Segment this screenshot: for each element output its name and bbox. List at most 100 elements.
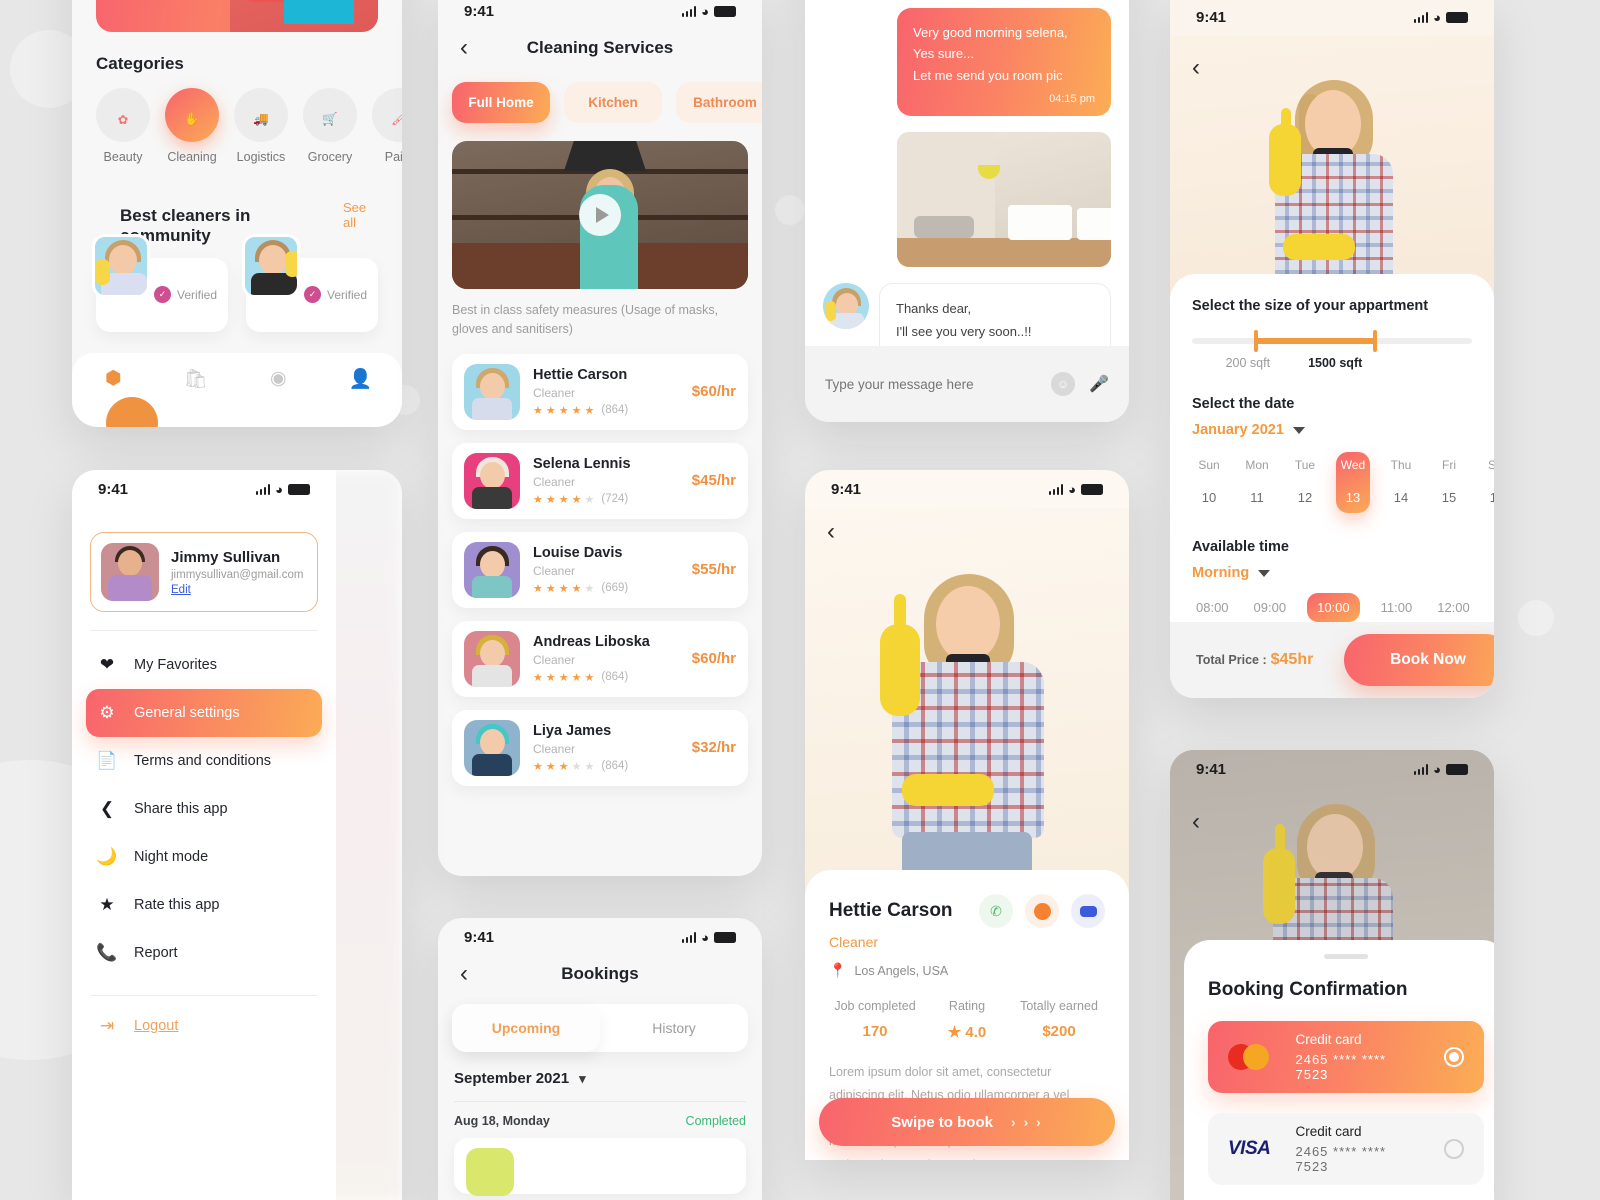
booking-date: Aug 18, Monday (454, 1114, 550, 1128)
month-dropdown[interactable]: January 2021 (1192, 422, 1472, 438)
day-cell[interactable]: Thu 14 (1384, 452, 1418, 513)
provider-role: Cleaner (533, 741, 576, 756)
menu-item-general-settings[interactable]: ⚙ General settings (86, 689, 322, 737)
category-logistics[interactable]: 🚚 Logistics (234, 88, 288, 164)
video-icon[interactable] (1071, 894, 1105, 928)
month-selector[interactable]: September 2021 ▾ (454, 1070, 746, 1087)
provider-name: Hettie Carson (829, 900, 953, 921)
provider-row[interactable]: Selena Lennis Cleaner ★ ★ ★ ★ ★ (724) $45/hr (452, 442, 748, 519)
day-cell[interactable]: Sun 10 (1192, 452, 1226, 513)
menu-item-report[interactable]: 📞 Report (86, 929, 322, 977)
message-icon[interactable] (1025, 894, 1059, 928)
day-cell[interactable]: Tue 12 (1288, 452, 1322, 513)
menu-item-night-mode[interactable]: 🌙 Night mode (86, 833, 322, 881)
tab-upcoming[interactable]: Upcoming (452, 1004, 600, 1052)
status-time: 9:41 (1196, 8, 1227, 26)
booking-card[interactable] (454, 1138, 746, 1196)
tab-bookings[interactable]: ◉ (237, 367, 320, 390)
menu-item-rate-this-app[interactable]: ★ Rate this app (86, 881, 322, 929)
play-icon[interactable] (579, 194, 621, 236)
mastercard-icon (1228, 1044, 1273, 1070)
hand-wash-icon: ✋ (165, 88, 219, 142)
message-line: Thanks dear, (896, 301, 972, 317)
back-button[interactable]: ‹ (1192, 808, 1200, 836)
menu-item-terms-and-conditions[interactable]: 📄 Terms and conditions (86, 737, 322, 785)
promo-video[interactable] (452, 141, 748, 289)
day-cell[interactable]: Mon 11 (1240, 452, 1274, 513)
swipe-to-book-button[interactable]: Swipe to book › › › (819, 1098, 1115, 1146)
tab-bag[interactable]: 🛍 (155, 367, 238, 391)
payment-option-visa[interactable]: VISA Credit card 2465 **** **** 7523 (1208, 1113, 1484, 1185)
chip-bathroom[interactable]: Bathroom (676, 82, 762, 123)
day-cell[interactable]: Sat 16 (1480, 452, 1494, 513)
message-input[interactable] (825, 376, 1038, 392)
promo-banner[interactable]: Grab now (96, 0, 378, 32)
time-slot-selected[interactable]: 10:00 (1307, 593, 1360, 622)
time-slot-list[interactable]: 08:00 09:00 10:00 11:00 12:00 (1192, 593, 1472, 622)
review-count: (864) (601, 671, 629, 684)
back-button[interactable]: ‹ (827, 518, 835, 546)
category-cleaning[interactable]: ✋ Cleaning (165, 88, 219, 164)
signal-icon (1413, 763, 1429, 775)
signal-icon (681, 5, 697, 17)
see-all-link[interactable]: See all (343, 200, 378, 230)
check-icon: ✓ (154, 286, 171, 303)
shared-room-photo[interactable] (897, 132, 1111, 268)
cleaner-card[interactable]: ✓ Verified (92, 234, 228, 332)
category-paint[interactable]: 🖌 Paint (372, 88, 402, 164)
provider-row[interactable]: Hettie Carson Cleaner ★ ★ ★ ★ ★ (864) $60/hr (452, 353, 748, 430)
back-button[interactable]: ‹ (460, 36, 468, 60)
day-number: 15 (1441, 490, 1457, 505)
phone-icon[interactable]: ✆ (979, 894, 1013, 928)
cleaner-card[interactable]: ✓ Verified (242, 234, 378, 332)
gear-icon: ⚙ (99, 703, 115, 722)
menu-item-label: Share this app (134, 801, 228, 817)
menu-item-my-favorites[interactable]: ❤ My Favorites (86, 641, 322, 689)
time-slot[interactable]: 09:00 (1250, 593, 1291, 622)
microphone-icon[interactable]: 🎤 (1089, 374, 1109, 394)
booking-thumbnail (466, 1148, 514, 1196)
payment-option-mastercard[interactable]: Credit card 2465 **** **** 7523 (1208, 1021, 1484, 1093)
user-card[interactable]: Jimmy Sullivan jimmysullivan@gmail.com E… (90, 532, 318, 612)
time-slot[interactable]: 12:00 (1433, 593, 1474, 622)
provider-name: Hettie Carson (533, 366, 628, 383)
time-slot[interactable]: 11:00 (1377, 593, 1417, 622)
day-cell[interactable]: Fri 15 (1432, 452, 1466, 513)
provider-row[interactable]: Louise Davis Cleaner ★ ★ ★ ★ ★ (669) $55/hr (452, 531, 748, 608)
provider-stats: Job completed 170 Rating ★ 4.0 Totally e… (829, 999, 1105, 1041)
emoji-icon[interactable]: ☺ (1051, 372, 1076, 396)
provider-row[interactable]: Liya James Cleaner ★ ★ ★ ★ ★ (864) $32/hr (452, 709, 748, 786)
radio-selected[interactable] (1444, 1047, 1464, 1067)
contact-actions[interactable]: ✆ (979, 894, 1105, 928)
tab-history[interactable]: History (600, 1004, 748, 1052)
tab-profile[interactable]: 👤 (320, 367, 403, 391)
book-now-button[interactable]: Book Now (1344, 634, 1494, 686)
date-picker[interactable]: Sun 10 Mon 11 Tue 12 Wed 13 Thu 14 Fri 15 Sat 1… (1192, 452, 1494, 513)
category-beauty[interactable]: ✿ Beauty (96, 88, 150, 164)
time-slot[interactable]: 08:00 (1192, 593, 1233, 622)
slider-handle-min[interactable] (1253, 330, 1258, 352)
radio-unselected[interactable] (1444, 1139, 1464, 1159)
provider-row[interactable]: Andreas Liboska Cleaner ★ ★ ★ ★ ★ (864) $60/h… (452, 620, 748, 697)
stat-job-completed: Job completed 170 (829, 999, 921, 1041)
sheet-grabber[interactable] (1324, 954, 1368, 959)
chip-kitchen[interactable]: Kitchen (564, 82, 662, 123)
apartment-size-slider[interactable] (1192, 330, 1472, 352)
slider-handle-max[interactable] (1372, 330, 1377, 352)
edit-profile-link[interactable]: Edit (171, 584, 303, 596)
status-bar: 9:41 ◕ (438, 0, 762, 30)
provider-price: $55/hr (691, 561, 736, 579)
day-cell-selected[interactable]: Wed 13 (1336, 452, 1370, 513)
back-button[interactable]: ‹ (460, 962, 468, 986)
menu-item-share-this-app[interactable]: ❮ Share this app (86, 785, 322, 833)
tab-home[interactable]: ⬢ (72, 367, 155, 390)
chip-full-home[interactable]: Full Home (452, 82, 550, 123)
logout-button[interactable]: ⇥ Logout (86, 1002, 322, 1050)
provider-role: Cleaner (533, 385, 576, 400)
time-period-dropdown[interactable]: Morning (1192, 565, 1472, 581)
categories-list[interactable]: ✿ Beauty ✋ Cleaning 🚚 Logistics 🛒 Grocer… (72, 74, 402, 164)
bookings-tabs[interactable]: Upcoming History (452, 1004, 748, 1052)
category-grocery[interactable]: 🛒 Grocery (303, 88, 357, 164)
back-button[interactable]: ‹ (1192, 54, 1200, 82)
service-filter-chips[interactable]: Full Home Kitchen Bathroom (438, 68, 762, 123)
